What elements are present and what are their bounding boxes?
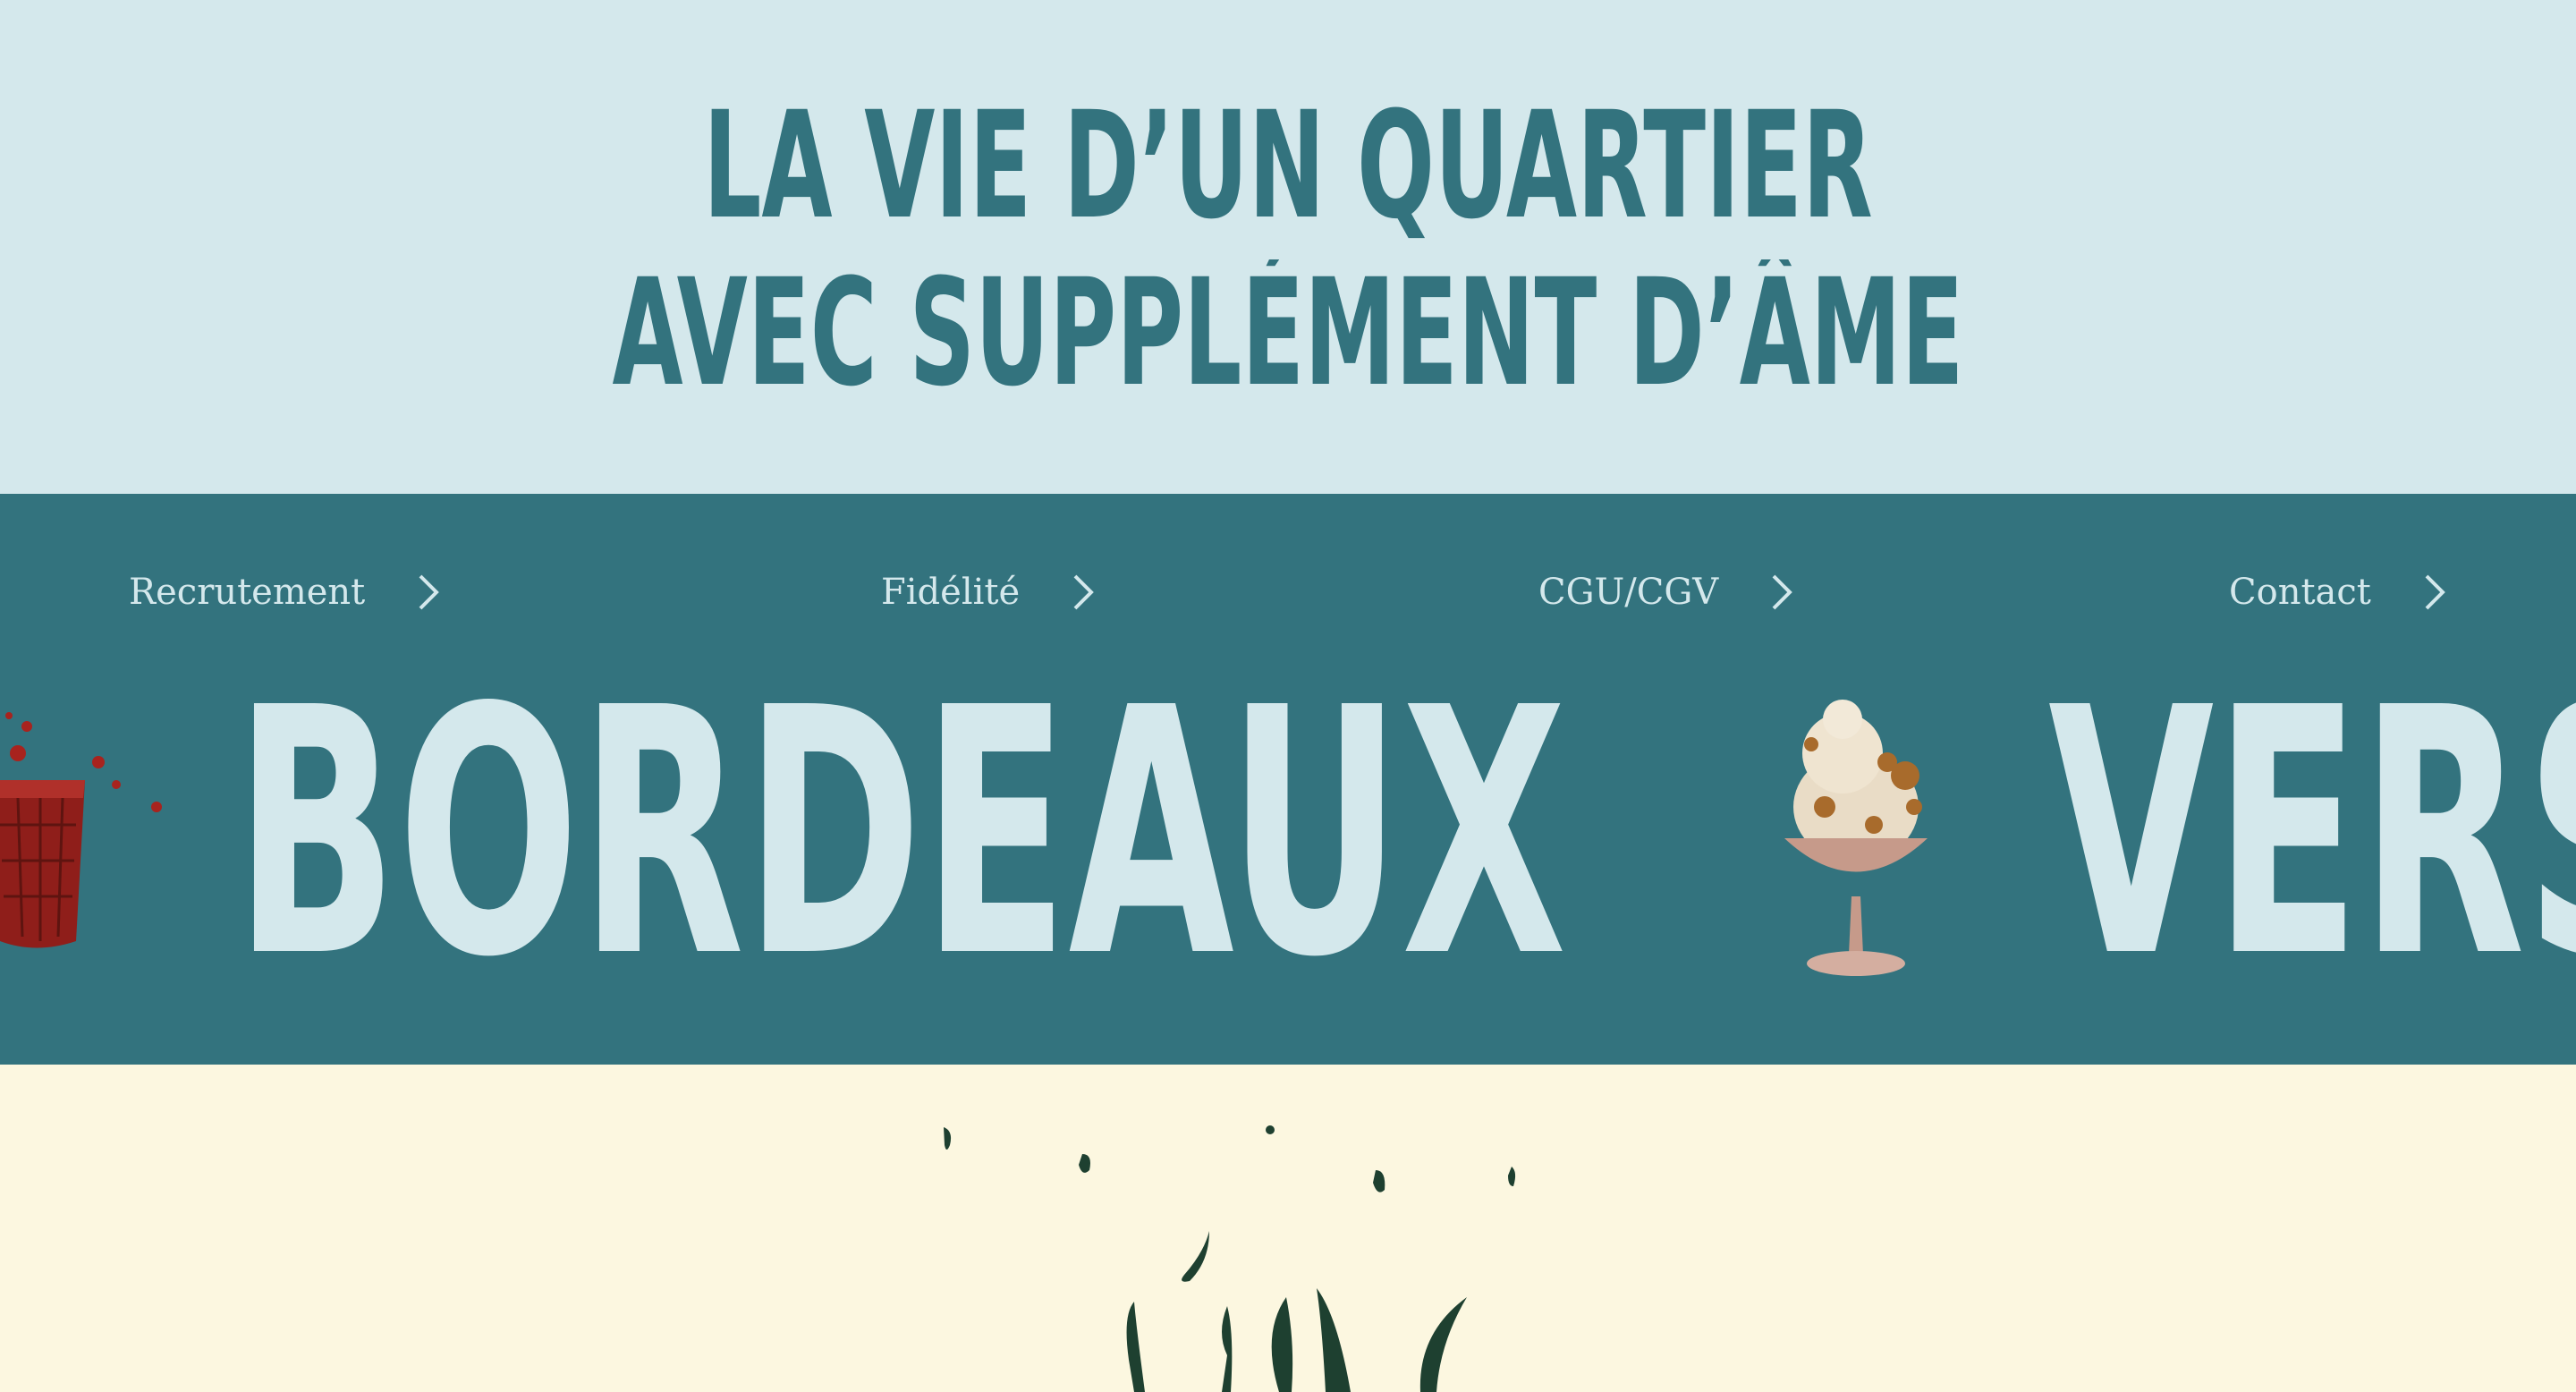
red-cocktail-glass-image: [0, 712, 162, 948]
nav-link-label: Fidélité: [881, 572, 1021, 613]
nav-link-fidelite[interactable]: Fidélité: [881, 565, 1098, 619]
footer-nav-band: Recrutement Fidélité CGU/CGV Contact BOR…: [0, 494, 2576, 1065]
hero-title-line-2: AVEC SUPPLÉMENT D’ÂME: [612, 259, 1964, 407]
nav-link-label: Recrutement: [129, 572, 366, 613]
marquee-word-bordeaux: BORDEAUX: [234, 635, 1567, 1031]
chevron-right-icon: [411, 573, 444, 612]
hero-section: LA VIE D’UN QUARTIER AVEC SUPPLÉMENT D’Â…: [0, 0, 2576, 494]
marquee-word-vers: VERS: [2048, 635, 2576, 1031]
chevron-right-icon: [1066, 573, 1098, 612]
footer-illustration-area: [0, 1065, 2576, 1392]
chevron-right-icon: [1765, 573, 1797, 612]
hero-title-line-1: LA VIE D’UN QUARTIER: [703, 92, 1873, 240]
nav-link-cgu-cgv[interactable]: CGU/CGV: [1538, 565, 1797, 619]
scrolling-marquee: BORDEAUX VERS: [0, 635, 2576, 1031]
nav-link-contact[interactable]: Contact: [2229, 565, 2450, 619]
plant-sprout-illustration: [944, 1125, 1516, 1392]
nav-link-recrutement[interactable]: Recrutement: [129, 565, 444, 619]
ice-cream-sundae-image: [1784, 700, 1928, 976]
chevron-right-icon: [2418, 573, 2450, 612]
nav-link-label: CGU/CGV: [1538, 572, 1719, 613]
nav-link-label: Contact: [2229, 572, 2371, 613]
